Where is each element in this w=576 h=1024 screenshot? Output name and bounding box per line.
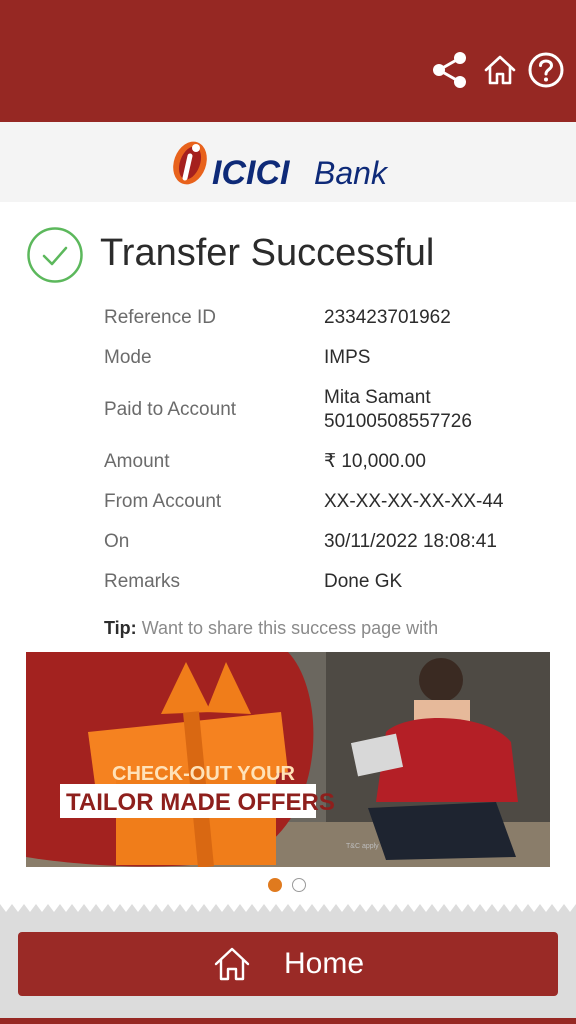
- tip-text: Tip: Want to share this success page wit…: [104, 618, 438, 639]
- check-circle-icon: [27, 227, 83, 283]
- home-icon: [214, 947, 250, 981]
- top-header: [0, 0, 576, 122]
- status-title: Transfer Successful: [100, 232, 435, 274]
- help-icon[interactable]: [526, 50, 566, 90]
- share-icon[interactable]: [430, 50, 470, 90]
- carousel-dot[interactable]: [292, 878, 306, 892]
- home-icon[interactable]: [480, 50, 520, 90]
- detail-label: From Account: [104, 491, 222, 512]
- home-button[interactable]: Home: [18, 932, 558, 996]
- banner-tc: T&C apply: [346, 843, 379, 850]
- detail-value: ₹ 10,000.00: [324, 451, 426, 472]
- offers-banner[interactable]: CHECK-OUT YOUR TAILOR MADE OFFERS T&C ap…: [26, 652, 550, 867]
- detail-label: Mode: [104, 347, 152, 368]
- detail-label: Remarks: [104, 571, 181, 592]
- detail-row-amount: Amount ₹ 10,000.00: [104, 442, 544, 482]
- carousel-dot-active[interactable]: [268, 878, 282, 892]
- icici-bank-logo: ICICI Bank: [173, 141, 389, 190]
- detail-value: 30/11/2022 18:08:41: [324, 531, 497, 552]
- details-table: Reference ID 233423701962 Mode IMPS Paid…: [104, 298, 544, 602]
- detail-value: 233423701962: [324, 307, 451, 328]
- payee-account: 50100508557726: [324, 411, 472, 432]
- payee-name: Mita Samant: [324, 387, 431, 408]
- home-button-label: Home: [283, 947, 365, 980]
- detail-label: On: [104, 531, 130, 552]
- logo-bank-text: Bank: [314, 155, 389, 190]
- detail-value: Done GK: [324, 571, 403, 592]
- detail-row-mode: Mode IMPS: [104, 338, 544, 378]
- detail-label: Reference ID: [104, 307, 216, 328]
- detail-row-on: On 30/11/2022 18:08:41: [104, 522, 544, 562]
- logo-icici-text: ICICI: [212, 154, 291, 190]
- tip-prefix: Tip:: [104, 618, 137, 638]
- banner-line2: TAILOR MADE OFFERS: [66, 789, 335, 816]
- detail-value: XX-XX-XX-XX-XX-44: [324, 491, 504, 512]
- detail-value: Mita Samant 50100508557726: [324, 386, 544, 434]
- bottom-strip: [0, 1018, 576, 1024]
- detail-label: Paid to Account: [104, 399, 237, 420]
- banner-line1: CHECK-OUT YOUR: [112, 763, 296, 785]
- detail-row-reference: Reference ID 233423701962: [104, 298, 544, 338]
- detail-label: Amount: [104, 451, 170, 472]
- tip-body: Want to share this success page with: [141, 618, 439, 638]
- detail-row-remarks: Remarks Done GK: [104, 562, 544, 602]
- detail-row-from-account: From Account XX-XX-XX-XX-XX-44: [104, 482, 544, 522]
- detail-value: IMPS: [324, 347, 371, 368]
- carousel-dots: [268, 878, 312, 892]
- detail-row-paid-to: Paid to Account Mita Samant 501005085577…: [104, 378, 544, 442]
